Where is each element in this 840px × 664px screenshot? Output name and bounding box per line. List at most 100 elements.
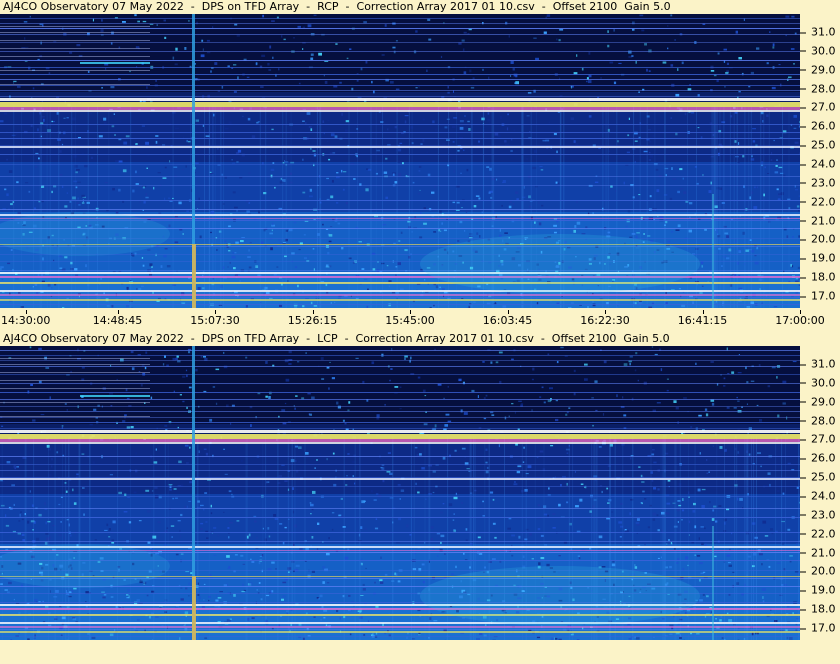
spectrogram-speckle xyxy=(33,207,37,210)
spectrogram-speckle xyxy=(526,115,530,117)
spectrogram-speckle xyxy=(175,497,178,499)
spectrogram-speckle xyxy=(623,414,627,417)
spectrogram-speckle xyxy=(186,505,188,509)
spectrogram-speckle xyxy=(66,192,69,194)
spectrogram-speckle xyxy=(348,594,351,597)
spectrogram-speckle xyxy=(10,203,13,206)
spectrogram-speckle xyxy=(362,588,366,591)
spectrogram-speckle xyxy=(550,445,554,447)
spectrogram-speckle xyxy=(644,543,646,546)
spectrogram-speckle xyxy=(248,266,252,269)
spectrogram-speckle xyxy=(598,446,602,448)
spectrogram-speckle xyxy=(790,264,792,267)
spectrogram-speckle xyxy=(115,211,119,214)
spectrogram-speckle xyxy=(5,524,10,527)
spectrogram-speckle xyxy=(171,536,173,538)
spectrogram-speckle xyxy=(40,414,45,416)
spectrogram-speckle xyxy=(258,582,261,584)
spectrogram-speckle xyxy=(160,141,162,144)
spectrogram-speckle xyxy=(558,503,561,507)
interference-line xyxy=(0,380,150,381)
spectrogram-speckle xyxy=(123,141,128,145)
spectrogram-speckle xyxy=(59,267,63,269)
spectrogram-speckle xyxy=(76,169,80,171)
spectrogram-speckle xyxy=(495,361,499,364)
frequency-tick-text: 20.0 xyxy=(811,564,836,578)
interference-line xyxy=(0,85,800,86)
spectrogram-speckle xyxy=(584,363,588,366)
spectrogram-speckle xyxy=(23,21,28,23)
spectrogram-speckle xyxy=(51,287,53,289)
spectrogram-speckle xyxy=(186,139,188,143)
spectrogram-speckle xyxy=(475,195,480,197)
spectrogram-speckle xyxy=(644,498,647,500)
spectrogram-speckle xyxy=(147,155,150,157)
spectrogram-speckle xyxy=(489,167,492,171)
spectrogram-speckle xyxy=(588,115,592,118)
spectrogram-speckle xyxy=(613,81,617,85)
spectrogram-speckle xyxy=(324,80,328,84)
spectrogram-speckle xyxy=(382,479,385,483)
spectrogram-speckle xyxy=(8,581,12,585)
spectrogram-speckle xyxy=(210,70,212,73)
spectrogram-speckle xyxy=(35,152,39,154)
spectrogram-speckle xyxy=(776,159,778,161)
spectrogram-speckle xyxy=(345,129,348,132)
interference-line xyxy=(0,464,800,465)
spectrogram-speckle xyxy=(656,189,660,193)
spectrogram-speckle xyxy=(420,143,423,145)
spectrogram-speckle xyxy=(134,14,137,17)
spectrogram-speckle xyxy=(164,197,166,200)
spectrogram-speckle xyxy=(76,202,79,204)
spectrogram-speckle xyxy=(541,386,544,389)
spectrogram-speckle xyxy=(486,166,490,168)
spectrogram-speckle xyxy=(316,548,319,550)
spectrogram-speckle xyxy=(498,444,500,448)
spectrogram-speckle xyxy=(281,598,284,601)
time-tick-mark xyxy=(25,310,27,314)
spectrogram-speckle xyxy=(329,265,332,268)
vertical-burst-line xyxy=(712,194,714,308)
spectrogram-speckle xyxy=(666,389,669,392)
spectrogram-speckle xyxy=(365,567,367,570)
spectrogram-speckle xyxy=(246,76,250,78)
spectrogram-speckle xyxy=(380,556,382,559)
spectrogram-speckle xyxy=(404,357,406,360)
spectrogram-speckle xyxy=(249,242,252,244)
spectrogram-speckle xyxy=(284,526,287,529)
frequency-tick-label: 30.0 xyxy=(800,44,837,57)
spectrogram-speckle xyxy=(157,172,161,174)
spectrogram-speckle xyxy=(194,162,199,164)
spectrogram-speckle xyxy=(609,61,614,64)
spectrogram-speckle xyxy=(443,229,447,232)
spectrogram-speckle xyxy=(54,618,58,620)
spectrogram-speckle xyxy=(28,190,31,193)
spectrogram-speckle xyxy=(319,594,323,598)
frequency-tick-label: 17.0 xyxy=(800,622,837,635)
spectrogram-speckle xyxy=(198,450,200,454)
interference-line xyxy=(0,124,800,125)
spectrogram-speckle xyxy=(77,197,79,200)
spectrogram-speckle xyxy=(228,225,231,228)
spectrogram-speckle xyxy=(200,522,204,525)
spectrogram-speckle xyxy=(143,201,146,204)
spectrogram-speckle xyxy=(240,554,244,557)
spectrogram-speckle xyxy=(508,205,512,209)
spectrogram-speckle xyxy=(385,157,388,160)
spectrogram-speckle xyxy=(200,504,204,507)
spectrogram-speckle xyxy=(228,250,231,252)
spectrogram-speckle xyxy=(310,503,314,507)
spectrogram-speckle xyxy=(556,150,558,154)
spectrogram-speckle xyxy=(140,285,144,287)
spectrogram-speckle xyxy=(477,536,481,539)
spectrogram-speckle xyxy=(98,135,103,138)
spectrogram-speckle xyxy=(189,446,191,449)
spectrogram-speckle xyxy=(513,129,516,131)
spectrogram-speckle xyxy=(157,521,161,524)
spectrogram-speckle xyxy=(758,553,763,556)
time-tick-label: 17:00:00 xyxy=(775,310,825,327)
spectrogram-speckle xyxy=(482,68,484,71)
spectrogram-speckle xyxy=(532,166,537,170)
spectrogram-speckle xyxy=(52,183,55,185)
spectrogram-speckle xyxy=(331,528,334,531)
